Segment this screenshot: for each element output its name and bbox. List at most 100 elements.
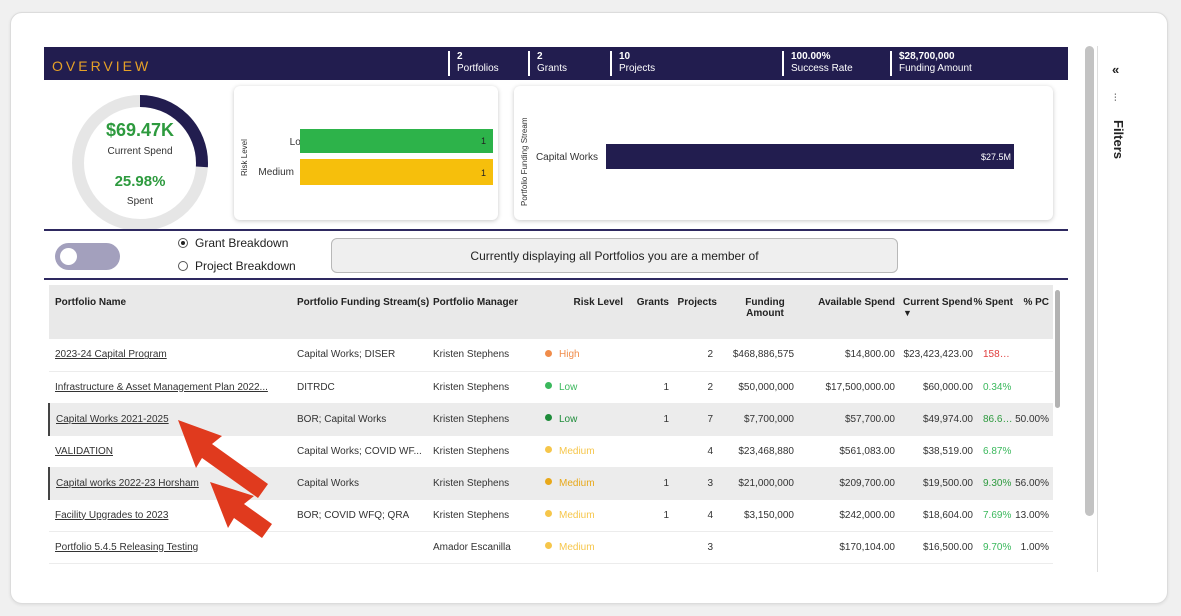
cell-funding-stream: Capital Works; DISER [297, 349, 396, 361]
risk-text: Low [559, 381, 578, 393]
risk-dot-icon [545, 478, 552, 486]
cell-projects: 3 [707, 541, 713, 553]
stat-portfolios: 2 Portfolios [448, 51, 499, 76]
cell-risk-level: Medium [539, 467, 629, 499]
col-header-available-spend[interactable]: Available Spend [797, 285, 895, 339]
risk-bar-low[interactable] [300, 129, 493, 153]
stream-bar-label-capital-works: Capital Works [535, 152, 598, 163]
filters-pane-label[interactable]: Filters [1111, 120, 1126, 159]
cell-grants: 1 [663, 413, 669, 425]
breakdown-toggle[interactable] [55, 243, 120, 270]
cell-current-spend: $49,974.00 [922, 413, 973, 425]
cell-funding-amount: $468,886,575 [732, 349, 794, 361]
portfolio-name-link[interactable]: Capital Works 2021-2025 [56, 414, 169, 425]
portfolio-name-link[interactable]: Infrastructure & Asset Management Plan 2… [55, 382, 268, 393]
portfolio-name-link[interactable]: Portfolio 5.4.5 Releasing Testing [55, 542, 198, 553]
cell-risk-level: Medium [539, 435, 629, 467]
cell-grants: 1 [663, 477, 669, 489]
cell-percent-pc: 13.00% [1015, 509, 1049, 521]
cell-percent-spent: 6.87% [983, 445, 1012, 457]
overview-header: OVERVIEW 2 Portfolios 2 Grants 10 Projec… [44, 47, 1068, 80]
cell-risk-level: High [539, 339, 629, 371]
cell-portfolio-name[interactable]: Infrastructure & Asset Management Plan 2… [49, 371, 291, 403]
cell-funding-stream: Capital Works [297, 477, 360, 489]
col-header-funding-amount[interactable]: Funding Amount [721, 285, 797, 339]
cell-risk-level: Medium [539, 531, 629, 563]
cell-funding-amount: $23,468,880 [738, 445, 794, 457]
col-header-percent-pc[interactable]: % PC [1013, 285, 1053, 339]
cell-current-spend: $60,000.00 [922, 381, 973, 393]
overview-title: OVERVIEW [52, 58, 152, 74]
risk-dot-icon [545, 350, 552, 358]
table-row[interactable]: 2023-24 Capital Program Capital Works; D… [49, 339, 1053, 371]
cell-percent-pc [1013, 371, 1053, 403]
risk-bar-label-medium: Medium [258, 167, 294, 178]
cell-risk-level: Medium [539, 499, 629, 531]
portfolio-name-link[interactable]: 2023-24 Capital Program [55, 349, 167, 360]
stream-bar-capital-works[interactable] [606, 144, 1014, 169]
cell-current-spend: $16,500.00 [922, 541, 973, 553]
col-header-current-spend[interactable]: Current Spend ▼ [895, 285, 973, 339]
cell-current-spend: $38,519.00 [922, 445, 973, 457]
cell-risk-level: Low [539, 403, 629, 435]
cell-available-spend: $17,500,000.00 [825, 381, 895, 393]
table-scrollbar-thumb[interactable] [1055, 290, 1060, 408]
collapse-chevron-icon[interactable]: « [1112, 62, 1119, 77]
risk-bar-medium[interactable] [300, 159, 493, 185]
risk-level-chart[interactable]: Risk Level Low 1 Medium 1 [234, 86, 498, 220]
cell-manager: Kristen Stephens [433, 445, 510, 457]
col-header-funding-stream[interactable]: Portfolio Funding Stream(s) [291, 285, 433, 339]
filter-icon[interactable]: ⫶ [1114, 93, 1117, 104]
cell-projects: 4 [707, 445, 713, 457]
cell-percent-spent: 9.70% [983, 541, 1012, 553]
donut-svg [72, 95, 208, 231]
risk-dot-icon [545, 542, 552, 550]
cell-percent-pc: 1.00% [1020, 541, 1049, 553]
cell-manager: Amador Escanilla [433, 541, 511, 553]
cell-available-spend: $209,700.00 [839, 477, 895, 489]
cell-projects: 7 [707, 413, 713, 425]
cell-funding-amount: $21,000,000 [738, 477, 794, 489]
cell-percent-spent: 7.69% [983, 509, 1012, 521]
funding-stream-chart[interactable]: Portfolio Funding Stream Capital Works $… [514, 86, 1053, 220]
radio-project-breakdown[interactable]: Project Breakdown [178, 259, 296, 273]
stream-axis-label: Portfolio Funding Stream [520, 117, 529, 207]
col-header-percent-spent[interactable]: % Spent [973, 285, 1013, 339]
page-scrollbar-thumb[interactable] [1085, 46, 1094, 516]
col-header-risk-level[interactable]: Risk Level [539, 285, 629, 339]
col-header-manager[interactable]: Portfolio Manager [433, 285, 539, 339]
cell-current-spend: $23,423,423.00 [903, 349, 973, 361]
col-header-projects[interactable]: Projects [669, 285, 721, 339]
spend-donut[interactable]: $69.47K Current Spend 25.98% Spent [70, 93, 210, 233]
membership-notice: Currently displaying all Portfolios you … [331, 238, 898, 273]
filters-pane-divider [1097, 46, 1098, 572]
current-spend-value: $69.47K [105, 120, 175, 140]
radio-project-label: Project Breakdown [195, 259, 296, 273]
cell-projects: 3 [707, 477, 713, 489]
portfolio-name-link[interactable]: VALIDATION [55, 446, 113, 457]
sort-desc-icon[interactable]: ▼ [903, 308, 912, 318]
portfolio-name-link[interactable]: Facility Upgrades to 2023 [55, 510, 168, 521]
toggle-knob [60, 248, 77, 265]
radio-grant-indicator[interactable] [178, 238, 188, 248]
cell-available-spend: $170,104.00 [839, 541, 895, 553]
cell-portfolio-name[interactable]: 2023-24 Capital Program [49, 339, 291, 371]
radio-grant-breakdown[interactable]: Grant Breakdown [178, 236, 288, 250]
cell-available-spend: $57,700.00 [844, 413, 895, 425]
col-header-grants[interactable]: Grants [629, 285, 669, 339]
risk-axis-label: Risk Level [240, 139, 249, 176]
cell-manager: Kristen Stephens [433, 477, 510, 489]
cell-grants: 1 [663, 509, 669, 521]
col-header-portfolio-name[interactable]: Portfolio Name [49, 285, 291, 339]
cell-available-spend: $242,000.00 [839, 509, 895, 521]
cell-funding-stream: DITRDC [297, 381, 335, 393]
cell-current-spend: $19,500.00 [922, 477, 973, 489]
cell-funding-stream [291, 531, 433, 563]
stat-success-rate: 100.00% Success Rate [782, 51, 853, 76]
cell-risk-level: Low [539, 371, 629, 403]
cell-funding-amount [721, 531, 797, 563]
cell-manager: Kristen Stephens [433, 349, 510, 361]
table-row[interactable]: Infrastructure & Asset Management Plan 2… [49, 371, 1053, 403]
radio-project-indicator[interactable] [178, 261, 188, 271]
cell-manager: Kristen Stephens [433, 381, 510, 393]
